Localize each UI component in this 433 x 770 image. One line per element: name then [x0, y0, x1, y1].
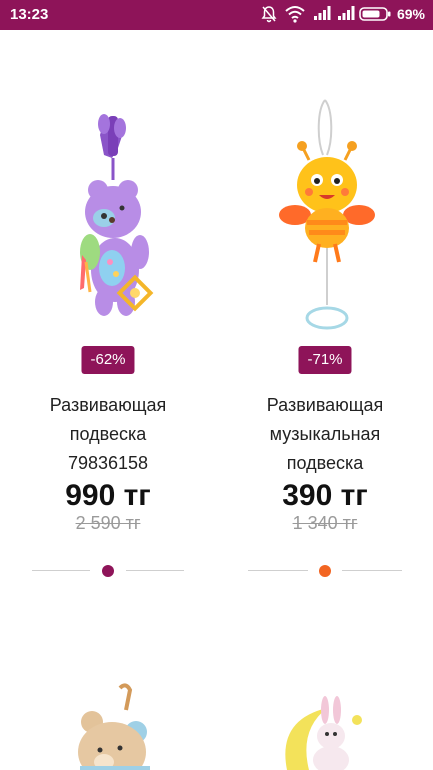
divider-left [32, 570, 90, 571]
discount-badge: -71% [298, 346, 352, 374]
product-name-line: подвеска [286, 453, 364, 473]
signal-icon [314, 6, 331, 20]
product-name-line: 79836158 [67, 453, 149, 473]
product-card[interactable]: -62% Развивающая подвеска 79836158 990 т… [0, 30, 216, 590]
product-image-bunny-moon-toy[interactable] [217, 680, 433, 770]
product-image-teddy-bear-toy[interactable] [0, 680, 216, 770]
product-image-bee-toy[interactable] [217, 30, 433, 330]
divider-right [126, 570, 184, 571]
battery-percent: 69% [396, 6, 425, 22]
product-name[interactable]: Развивающая подвеска 79836158 [0, 391, 216, 478]
status-time: 13:23 [10, 6, 49, 23]
product-old-price: 1 340 тг [292, 513, 358, 533]
product-price: 390 тг [282, 479, 368, 512]
wifi-icon [285, 6, 305, 23]
product-image-purple-bear-toy[interactable] [0, 30, 216, 330]
battery-icon [359, 7, 391, 21]
color-dot[interactable] [102, 565, 114, 577]
status-bar: 13:23 69% [0, 0, 433, 30]
bell-muted-icon [261, 6, 277, 23]
color-dot[interactable] [319, 565, 331, 577]
product-old-price: 2 590 тг [75, 513, 141, 533]
divider-left [248, 570, 308, 571]
product-name-line: музыкальная [269, 424, 381, 444]
product-name-line: Развивающая [49, 395, 167, 415]
signal-icon [338, 6, 355, 20]
product-name-line: Развивающая [266, 395, 384, 415]
product-name-line: подвеска [69, 424, 147, 444]
product-name[interactable]: Развивающая музыкальная подвеска [217, 391, 433, 478]
divider-right [342, 570, 402, 571]
discount-badge: -62% [81, 346, 135, 374]
product-price: 990 тг [65, 479, 151, 512]
product-card[interactable]: -71% Развивающая музыкальная подвеска 39… [217, 30, 433, 590]
